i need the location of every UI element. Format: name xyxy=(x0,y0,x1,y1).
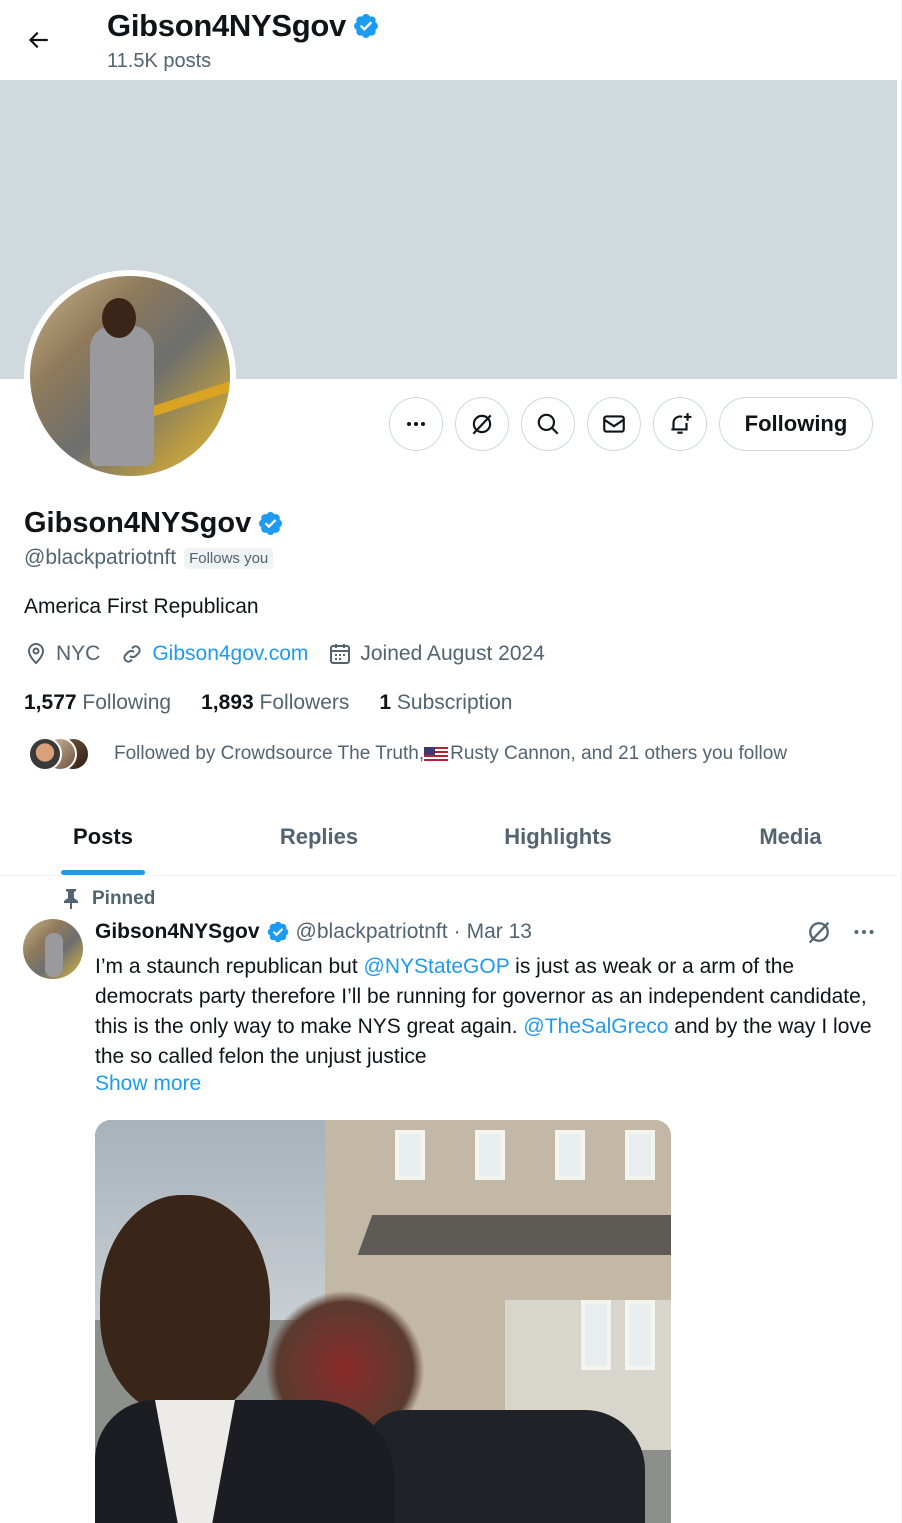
verified-badge-icon xyxy=(354,14,378,38)
mutual-avatar xyxy=(28,737,62,771)
notify-button[interactable] xyxy=(653,397,707,451)
post-author-handle[interactable]: @blackpatriotnft xyxy=(296,920,448,944)
pinned-indicator: Pinned xyxy=(62,888,155,910)
calendar-icon xyxy=(330,644,351,664)
post-date[interactable]: Mar 13 xyxy=(467,920,532,944)
followers-count-link[interactable]: 1,893 Followers xyxy=(201,691,349,715)
post-text: I’m a staunch republican but @NYStateGOP… xyxy=(95,952,880,1072)
envelope-icon xyxy=(603,415,625,433)
mention-thesalgreco[interactable]: @TheSalGreco xyxy=(523,1015,668,1038)
active-tab-indicator xyxy=(61,870,145,875)
top-bar: Gibson4NYSgov 11.5K posts xyxy=(0,0,897,80)
grok-icon[interactable] xyxy=(805,918,833,946)
tab-posts[interactable]: Posts xyxy=(0,798,206,876)
show-more-link[interactable]: Show more xyxy=(95,1072,201,1096)
profile-display-name: Gibson4NYSgov xyxy=(24,507,252,539)
profile-location: NYC xyxy=(24,642,100,666)
post-text-segment: I’m a staunch republican but xyxy=(95,955,364,978)
followers-label: Followers xyxy=(259,691,350,714)
profile-name-row: Gibson4NYSgov xyxy=(24,507,284,540)
post-actions xyxy=(805,918,877,946)
us-flag-icon xyxy=(424,746,449,762)
following-label: Following xyxy=(82,691,172,714)
followed-by-suffix: Rusty Cannon, and 21 others you follow xyxy=(450,743,788,764)
search-button[interactable] xyxy=(521,397,575,451)
following-button[interactable]: Following xyxy=(719,397,873,451)
more-button[interactable] xyxy=(389,397,443,451)
profile-counts: 1,577 Following 1,893 Followers 1 Subscr… xyxy=(24,691,512,715)
profile-bio: America First Republican xyxy=(24,595,259,618)
profile-handle-row: @blackpatriotnft Follows you xyxy=(24,546,274,570)
profile-handle: @blackpatriotnft xyxy=(24,546,177,569)
message-button[interactable] xyxy=(587,397,641,451)
profile-joined: Joined August 2024 xyxy=(328,642,545,666)
mention-nystategop[interactable]: @NYStateGOP xyxy=(364,955,510,978)
profile-website[interactable]: Gibson4gov.com xyxy=(120,642,308,666)
header-display-name: Gibson4NYSgov xyxy=(107,8,346,43)
website-link[interactable]: Gibson4gov.com xyxy=(152,642,308,666)
search-icon xyxy=(537,413,559,435)
post-photo[interactable] xyxy=(95,1120,671,1523)
grok-icon xyxy=(472,414,492,435)
header-title: Gibson4NYSgov xyxy=(107,8,380,44)
location-text: NYC xyxy=(56,642,101,665)
bell-plus-icon xyxy=(671,413,692,434)
followed-by-prefix: Followed by Crowdsource The Truth, xyxy=(114,743,425,764)
followed-by-row[interactable]: Followed by Crowdsource The Truth, Rusty… xyxy=(24,736,787,772)
profile-meta: NYC Gibson4gov.com Joined August 2024 xyxy=(24,642,565,666)
mutual-avatars xyxy=(24,736,104,772)
arrow-left-icon xyxy=(28,31,48,49)
pin-icon xyxy=(64,889,78,909)
avatar-photo xyxy=(30,276,230,476)
back-button[interactable] xyxy=(18,20,58,60)
post-header: Gibson4NYSgov @blackpatriotnft · Mar 13 xyxy=(95,920,532,944)
grok-button[interactable] xyxy=(455,397,509,451)
following-count: 1,577 xyxy=(24,691,77,714)
subscription-count: 1 xyxy=(379,691,392,714)
link-icon xyxy=(123,645,141,663)
joined-text: Joined August 2024 xyxy=(360,642,545,665)
follows-you-badge: Follows you xyxy=(184,547,274,569)
subscription-label: Subscription xyxy=(396,691,513,714)
pinned-label: Pinned xyxy=(92,888,156,909)
verified-badge-icon[interactable] xyxy=(257,510,284,537)
followers-count: 1,893 xyxy=(201,691,254,714)
location-pin-icon xyxy=(27,643,45,665)
tab-media[interactable]: Media xyxy=(684,798,897,876)
subscription-count-link[interactable]: 1 Subscription xyxy=(379,691,512,715)
post-author-avatar[interactable] xyxy=(23,919,83,979)
post-separator: · xyxy=(453,920,461,943)
profile-avatar[interactable] xyxy=(24,270,236,482)
more-dots-icon[interactable] xyxy=(851,919,877,945)
header-post-count: 11.5K posts xyxy=(107,50,212,72)
more-dots-icon xyxy=(407,422,425,426)
verified-badge-icon xyxy=(267,921,288,943)
following-count-link[interactable]: 1,577 Following xyxy=(24,691,171,715)
tab-replies[interactable]: Replies xyxy=(206,798,432,876)
post-author-name[interactable]: Gibson4NYSgov xyxy=(95,920,260,944)
profile-tabs: Posts Replies Highlights Media xyxy=(0,798,897,876)
tab-highlights[interactable]: Highlights xyxy=(432,798,684,876)
